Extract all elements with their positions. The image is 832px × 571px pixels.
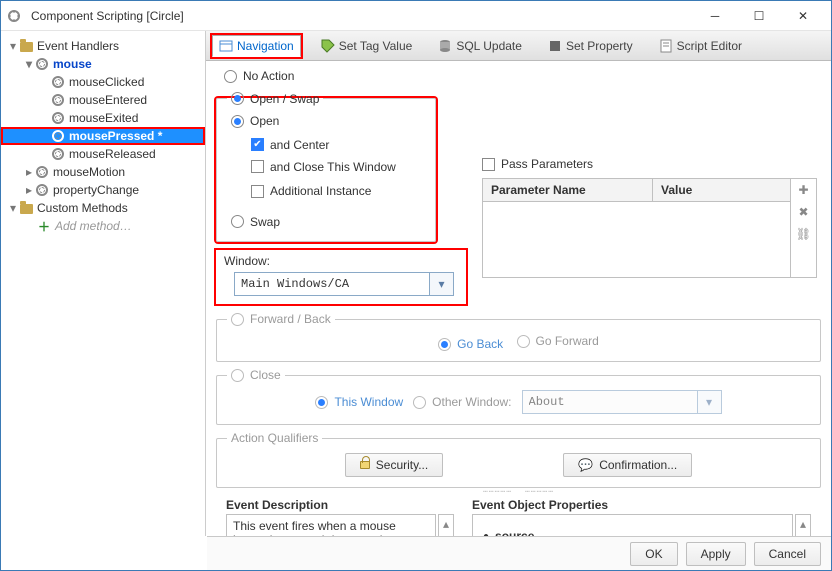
confirm-icon: 💬 [578,458,593,472]
tree-mouse-pressed[interactable]: mousePressed * [1,127,205,145]
radio-go-back[interactable]: Go Back [438,337,503,351]
lock-icon [360,461,370,469]
dropdown-icon[interactable]: ▾ [697,391,721,413]
scrollbar[interactable]: ▴▾ [795,514,811,536]
nav-icon [219,39,233,53]
gear-icon [52,94,64,106]
col-value: Value [653,179,790,201]
gear-icon [52,148,64,160]
checkbox-additional-instance[interactable]: Additional Instance [251,184,371,198]
db-icon [438,39,452,53]
close-button[interactable]: ✕ [781,2,825,30]
dropdown-icon[interactable]: ▾ [429,273,453,295]
apply-button[interactable]: Apply [686,542,746,566]
radio-no-action[interactable]: No Action [224,69,294,83]
radio-this-window[interactable]: This Window [315,395,403,409]
param-table: Parameter Name Value ✚ ✖ ⛓ [482,178,817,278]
checkbox-and-center[interactable]: ✔and Center [251,138,329,152]
window-selector: Window: ▾ [216,250,466,304]
scrollbar[interactable]: ▴▾ [438,514,454,536]
gear-icon [36,184,48,196]
radio-forward-back[interactable]: Forward / Back [231,312,331,326]
prop-icon [548,39,562,53]
event-description-label: Event Description [226,498,454,512]
checkbox-and-close[interactable]: and Close This Window [251,160,396,174]
col-parameter-name: Parameter Name [483,179,653,201]
cancel-button[interactable]: Cancel [754,542,821,566]
tree-mouse-motion[interactable]: ▸mouseMotion [1,163,205,181]
event-props-label: Event Object Properties [472,498,811,512]
app-icon [7,9,21,23]
confirmation-button[interactable]: 💬Confirmation... [563,453,692,477]
delete-row-button[interactable]: ✖ [798,205,808,219]
radio-open-swap[interactable]: Open / Swap [231,92,319,106]
tab-sql-update[interactable]: SQL Update [432,36,528,56]
add-row-button[interactable]: ✚ [798,183,808,197]
tabbar: Navigation Set Tag Value SQL Update Set … [206,31,831,61]
group-close: Close This Window Other Window: ▾ [216,368,821,425]
tag-icon [321,39,335,53]
window-label: Window: [224,254,458,268]
script-icon [659,39,673,53]
tree-mouse-released[interactable]: mouseReleased [1,145,205,163]
gear-icon [36,58,48,70]
tree-mouse[interactable]: ▾mouse [1,55,205,73]
security-button[interactable]: Security... [345,453,443,477]
pass-parameters: Pass Parameters Parameter Name Value ✚ ✖… [482,157,817,278]
panel: No Action Open / Swap Open ✔and Center a… [206,61,831,536]
group-open-swap: Open / Swap Open ✔and Center and Close T… [216,92,436,243]
titlebar: Component Scripting [Circle] ─ ☐ ✕ [1,1,831,31]
gear-icon [52,112,64,124]
ok-button[interactable]: OK [630,542,677,566]
group-forward-back: Forward / Back Go Back Go Forward [216,312,821,362]
tree-mouse-exited[interactable]: mouseExited [1,109,205,127]
window-combo[interactable]: ▾ [234,272,454,296]
action-qualifiers-label: Action Qualifiers [231,431,318,445]
folder-icon [20,42,33,52]
tree-add-method[interactable]: ＋Add method… [1,217,205,235]
window-input[interactable] [235,273,429,295]
checkbox-pass-parameters[interactable]: Pass Parameters [482,157,593,171]
tab-set-tag[interactable]: Set Tag Value [315,36,419,56]
other-window-input[interactable] [523,391,697,413]
tab-script-editor[interactable]: Script Editor [653,36,748,56]
sidebar: ▾Event Handlers ▾mouse mouseClicked mous… [1,31,206,536]
footer: OK Apply Cancel [207,536,831,570]
radio-open[interactable]: Open [231,114,279,128]
radio-other-window[interactable]: Other Window: [413,395,511,409]
gear-icon [52,76,64,88]
window-title: Component Scripting [Circle] [31,9,184,23]
maximize-button[interactable]: ☐ [737,2,781,30]
prop-source: source [495,529,534,536]
group-action-qualifiers: Action Qualifiers Security... 💬Confirmat… [216,431,821,488]
folder-icon [20,204,33,214]
minimize-button[interactable]: ─ [693,2,737,30]
tree-event-handlers[interactable]: ▾Event Handlers [1,37,205,55]
other-window-combo[interactable]: ▾ [522,390,722,414]
event-props-box: ●source [472,514,793,536]
tree-property-change[interactable]: ▸propertyChange [1,181,205,199]
radio-close[interactable]: Close [231,368,281,382]
tree-custom-methods[interactable]: ▾Custom Methods [1,199,205,217]
tree-mouse-entered[interactable]: mouseEntered [1,91,205,109]
radio-swap[interactable]: Swap [231,215,280,229]
gear-icon [52,130,64,142]
lower-panel: Event Description This event fires when … [216,494,821,536]
tab-set-property[interactable]: Set Property [542,36,639,56]
event-description-text: This event fires when a mouse button is … [226,514,436,536]
radio-go-forward[interactable]: Go Forward [517,334,599,348]
tab-navigation[interactable]: Navigation [212,35,301,57]
gear-icon [36,166,48,178]
plus-icon: ＋ [37,219,51,233]
tree-mouse-clicked[interactable]: mouseClicked [1,73,205,91]
link-button[interactable]: ⛓ [796,227,811,241]
